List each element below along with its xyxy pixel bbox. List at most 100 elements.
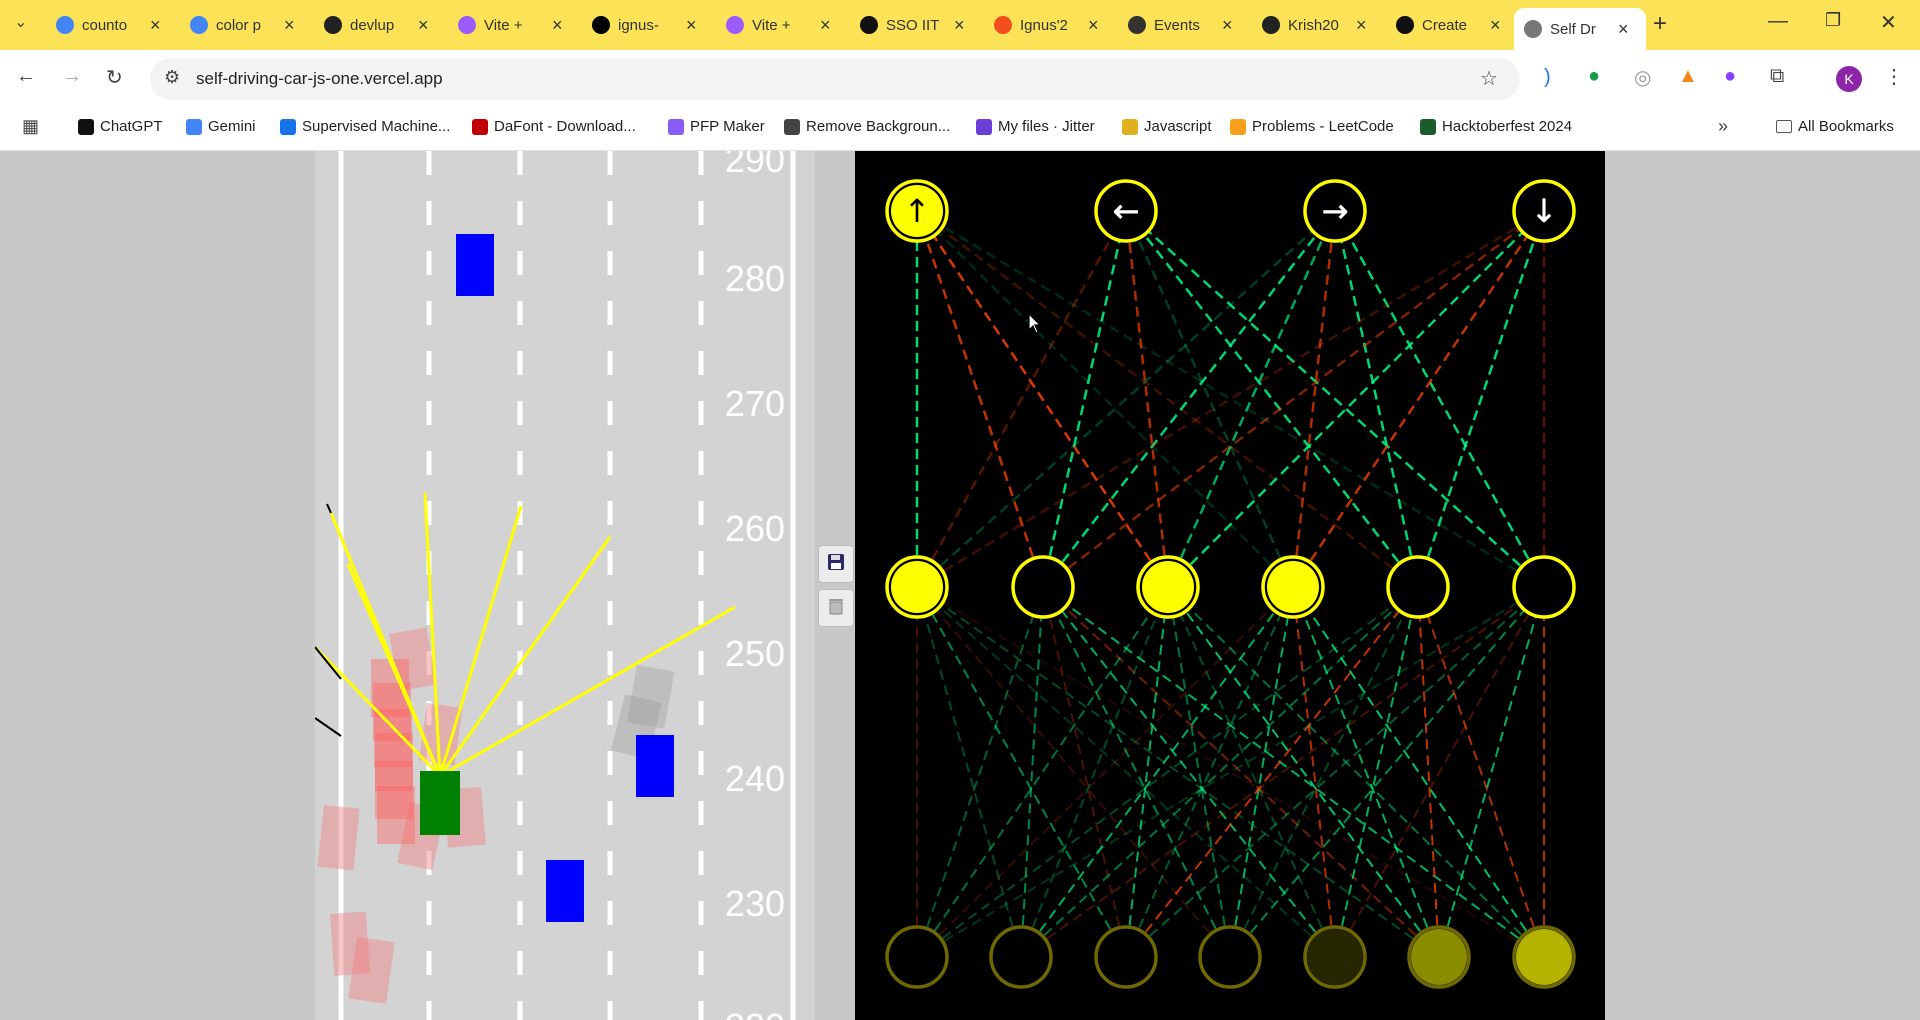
- url-text[interactable]: self-driving-car-js-one.vercel.app: [196, 69, 443, 89]
- network-connection: [916, 586, 1231, 958]
- network-connection: [1229, 586, 1419, 958]
- network-connection: [916, 586, 1440, 958]
- tab-label: counto: [82, 16, 128, 34]
- new-tab-icon[interactable]: +: [1653, 10, 1667, 38]
- tab-6[interactable]: SSO IIT ×: [854, 8, 980, 42]
- tab-close-icon[interactable]: ×: [686, 15, 697, 36]
- google-icon: [56, 16, 74, 34]
- more-bookmarks-icon[interactable]: »: [1718, 116, 1728, 137]
- address-bar[interactable]: ⚙ self-driving-car-js-one.vercel.app ☆: [150, 58, 1520, 100]
- bookmark-item[interactable]: Problems - LeetCode: [1230, 118, 1394, 135]
- bookmark-item[interactable]: Supervised Machine...: [280, 118, 450, 135]
- apps-grid-icon[interactable]: ▦: [22, 116, 39, 137]
- tab-close-icon[interactable]: ×: [1356, 15, 1367, 36]
- input-neuron-ring: [885, 925, 949, 989]
- network-connection: [916, 586, 1022, 958]
- all-bookmarks-label: All Bookmarks: [1798, 118, 1894, 135]
- tab-7[interactable]: Ignus'2 ×: [988, 8, 1114, 42]
- forward-icon[interactable]: →: [62, 65, 82, 88]
- menu-icon[interactable]: ⋮: [1884, 64, 1904, 89]
- extension-icon[interactable]: ): [1544, 66, 1551, 89]
- sensor-ray-tail: [326, 503, 332, 514]
- extension-icon[interactable]: ●: [1724, 65, 1736, 88]
- metamask-icon[interactable]: ▲: [1678, 65, 1698, 88]
- tab-close-icon[interactable]: ×: [1222, 15, 1233, 36]
- network-connection: [1417, 586, 1545, 958]
- tab-0[interactable]: counto ×: [50, 8, 176, 42]
- output-arrow-label: →: [1322, 192, 1349, 230]
- tab-close-icon[interactable]: ×: [1618, 19, 1629, 40]
- extensions-puzzle-icon[interactable]: ⧉: [1770, 65, 1784, 88]
- figma-icon: [994, 16, 1012, 34]
- tab-4[interactable]: ignus- ×: [586, 8, 712, 42]
- bookmark-item[interactable]: Javascript: [1122, 118, 1212, 135]
- network-connection: [915, 210, 1128, 588]
- hidden-neuron: [1267, 561, 1319, 613]
- output-arrow-label: ↓: [1531, 192, 1558, 230]
- tab-close-icon[interactable]: ×: [1088, 15, 1099, 36]
- restore-icon[interactable]: ❐: [1825, 10, 1841, 31]
- network-connection: [1167, 586, 1440, 958]
- network-connection: [1417, 586, 1440, 958]
- bookmark-item[interactable]: Hacktoberfest 2024: [1420, 118, 1572, 135]
- tab-2[interactable]: devlup ×: [318, 8, 444, 42]
- tab-1[interactable]: color p ×: [184, 8, 310, 42]
- bookmark-item[interactable]: ChatGPT: [78, 118, 163, 135]
- bookmark-item[interactable]: Gemini: [186, 118, 256, 135]
- tab-close-icon[interactable]: ×: [552, 15, 563, 36]
- bookmark-star-icon[interactable]: ☆: [1480, 66, 1498, 91]
- discard-button[interactable]: [818, 589, 854, 627]
- network-connection: [1042, 210, 1336, 588]
- tab-3[interactable]: Vite + ×: [452, 8, 578, 42]
- tab-8[interactable]: Events ×: [1122, 8, 1248, 42]
- tab-close-icon[interactable]: ×: [1490, 15, 1501, 36]
- input-neuron-ring: [1094, 925, 1158, 989]
- tab-11[interactable]: Self Dr ×: [1514, 8, 1646, 50]
- site-info-icon[interactable]: ⚙: [164, 67, 180, 88]
- extension-icon[interactable]: ●: [1588, 65, 1600, 88]
- tab-search-icon[interactable]: ⌄: [14, 12, 27, 32]
- tab-label: SSO IIT: [886, 16, 940, 34]
- tab-9[interactable]: Krish20 ×: [1256, 8, 1382, 42]
- extension-icon[interactable]: ◎: [1634, 65, 1651, 90]
- bookmark-item[interactable]: DaFont - Download...: [472, 118, 636, 135]
- bookmark-label: My files · Jitter: [998, 118, 1095, 135]
- bookmark-label: Remove Backgroun...: [806, 118, 951, 135]
- network-connection: [1333, 210, 1420, 588]
- sensor-ray-tail: [315, 717, 342, 737]
- avatar[interactable]: K: [1836, 66, 1862, 92]
- network-connection: [916, 586, 1419, 958]
- tab-close-icon[interactable]: ×: [820, 15, 831, 36]
- bookmark-item[interactable]: My files · Jitter: [976, 118, 1095, 135]
- tab-close-icon[interactable]: ×: [284, 15, 295, 36]
- distance-label: 270: [725, 383, 785, 424]
- folder-icon: [1776, 120, 1792, 133]
- input-neuron-ring: [989, 925, 1053, 989]
- minimize-icon[interactable]: —: [1768, 10, 1788, 33]
- bookmarks-bar: ▦ ChatGPT Gemini Supervised Machine... DaFo…: [0, 108, 1920, 151]
- tab-5[interactable]: Vite + ×: [720, 8, 846, 42]
- bookmark-item[interactable]: PFP Maker: [668, 118, 765, 135]
- traffic-car: [636, 735, 674, 797]
- tab-label: devlup: [350, 16, 395, 34]
- tab-close-icon[interactable]: ×: [150, 15, 161, 36]
- tab-close-icon[interactable]: ×: [418, 15, 429, 36]
- network-connection: [915, 210, 1170, 588]
- network-connection: [1292, 586, 1545, 958]
- tab-close-icon[interactable]: ×: [954, 15, 965, 36]
- hidden-neuron-ring: [1386, 555, 1450, 619]
- github-icon: [1262, 16, 1280, 34]
- bookmark-favicon-icon: [280, 118, 296, 135]
- network-connection: [1042, 586, 1545, 958]
- network-connection: [916, 586, 1294, 958]
- close-window-icon[interactable]: ✕: [1880, 10, 1897, 35]
- distance-label: 290: [725, 151, 785, 180]
- network-connection: [1167, 210, 1545, 588]
- back-icon[interactable]: ←: [16, 65, 36, 88]
- save-button[interactable]: [818, 545, 854, 583]
- tab-10[interactable]: Create ×: [1390, 8, 1516, 42]
- bookmark-label: DaFont - Download...: [494, 118, 636, 135]
- reload-icon[interactable]: ↻: [106, 65, 123, 90]
- all-bookmarks[interactable]: All Bookmarks: [1776, 118, 1894, 135]
- bookmark-item[interactable]: Remove Backgroun...: [784, 118, 950, 135]
